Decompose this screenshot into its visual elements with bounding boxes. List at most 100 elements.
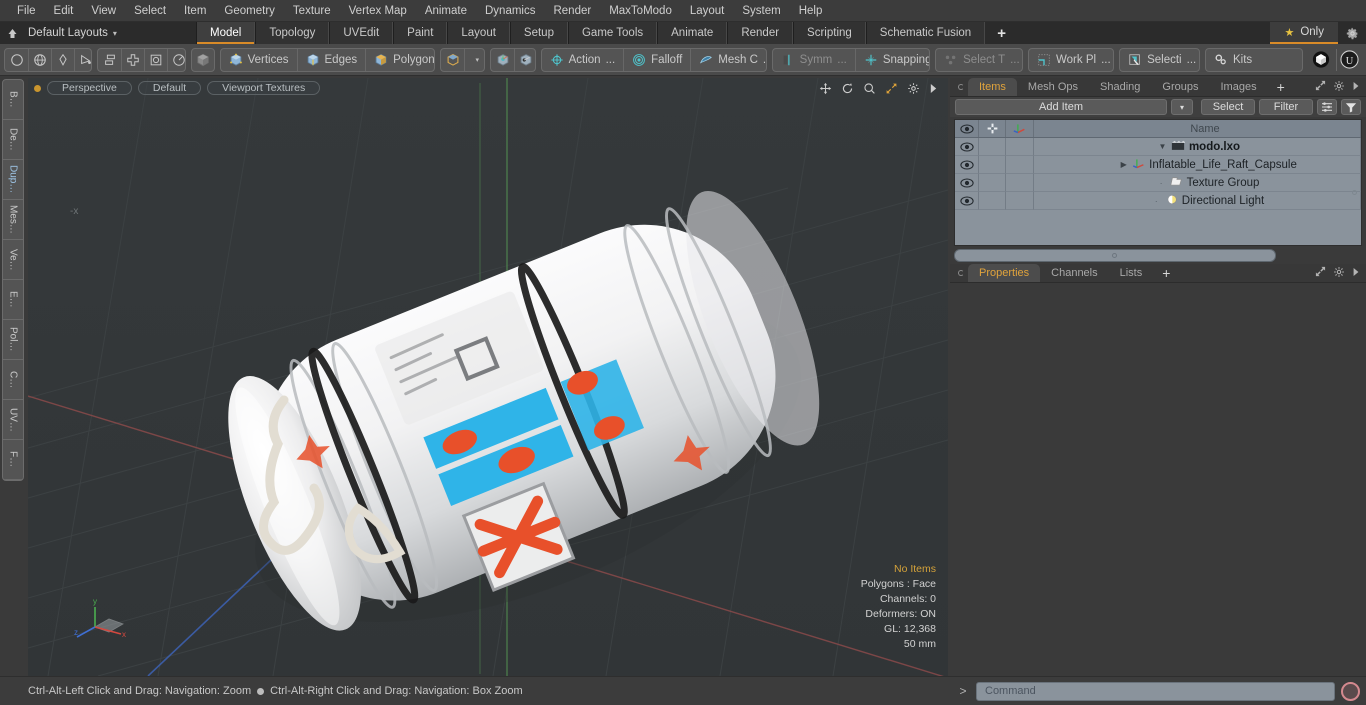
- falloff-button[interactable]: Falloff: [623, 48, 690, 71]
- menu-item-render[interactable]: Render: [544, 1, 600, 21]
- kits-button[interactable]: Kits: [1206, 49, 1302, 71]
- select-through-button[interactable]: Select T ...: [936, 49, 1022, 71]
- panel-settings-gear-icon[interactable]: [1333, 80, 1345, 95]
- tab-items[interactable]: Items: [968, 78, 1017, 96]
- menu-item-select[interactable]: Select: [125, 1, 175, 21]
- expand-panel-icon[interactable]: [1315, 80, 1326, 94]
- fit-icon[interactable]: [885, 82, 898, 95]
- left-tab-fusion[interactable]: F…: [3, 440, 23, 480]
- action-center-button[interactable]: Action ...: [542, 49, 624, 71]
- column-visibility-icon[interactable]: [955, 120, 979, 137]
- left-tab-edge[interactable]: E…: [3, 280, 23, 320]
- row-transform-cell[interactable]: [1006, 174, 1034, 192]
- menu-item-edit[interactable]: Edit: [45, 1, 83, 21]
- row-lock-cell[interactable]: [979, 138, 1006, 156]
- left-tab-uv[interactable]: UV…: [3, 400, 23, 440]
- tab-uvedit[interactable]: UVEdit: [329, 22, 394, 44]
- command-input[interactable]: Command: [976, 681, 1335, 701]
- viewport-3d[interactable]: Perspective Default Viewport Textures -x…: [28, 78, 948, 676]
- rotate-icon[interactable]: [841, 82, 854, 95]
- panel-more-icon[interactable]: [1352, 81, 1360, 94]
- item-list-horizontal-scrollbar[interactable]: [954, 249, 1276, 262]
- viewport-style-selector[interactable]: Default: [137, 81, 202, 95]
- mesh-constraint-button[interactable]: Mesh C ...: [690, 48, 766, 71]
- left-tab-duplicate[interactable]: Dup…: [3, 160, 23, 200]
- filter-button[interactable]: Filter: [1259, 99, 1313, 115]
- items-mode-icon[interactable]: [441, 49, 464, 71]
- radial-icon[interactable]: [167, 48, 185, 71]
- viewport-menu-icon[interactable]: [929, 83, 938, 94]
- item-list-vertical-scrollbar[interactable]: [1351, 140, 1360, 244]
- item-mode-button[interactable]: [190, 47, 215, 72]
- menu-item-maxtomodo[interactable]: MaxToModo: [600, 1, 681, 21]
- only-toggle-button[interactable]: ★ Only: [1270, 22, 1338, 44]
- menu-item-layout[interactable]: Layout: [681, 1, 734, 21]
- viewport-settings-icon[interactable]: [907, 82, 920, 95]
- tab-lists[interactable]: Lists: [1109, 264, 1154, 282]
- modo-bridge-icon[interactable]: [1309, 49, 1333, 71]
- left-tab-mesh-edit[interactable]: Mes…: [3, 200, 23, 240]
- edges-mode-button[interactable]: Edges: [296, 48, 366, 71]
- expander-icon[interactable]: ▶: [1119, 160, 1128, 169]
- row-lock-cell[interactable]: [979, 156, 1006, 174]
- snapping-button[interactable]: Snapping: [854, 48, 929, 71]
- add-item-button[interactable]: Add Item: [955, 99, 1167, 115]
- pan-icon[interactable]: [819, 82, 832, 95]
- row-transform-cell[interactable]: [1006, 192, 1034, 210]
- table-row[interactable]: · Texture Group: [955, 174, 1361, 192]
- tab-paint[interactable]: Paint: [393, 22, 448, 44]
- align-icon[interactable]: [98, 49, 121, 71]
- left-tab-deform[interactable]: De…: [3, 120, 23, 160]
- tab-shading[interactable]: Shading: [1089, 78, 1151, 96]
- zoom-icon[interactable]: [863, 82, 876, 95]
- center-icon[interactable]: [121, 48, 144, 71]
- menu-item-system[interactable]: System: [733, 1, 789, 21]
- gear-icon[interactable]: [1338, 22, 1366, 44]
- panel-menu-icon[interactable]: [954, 78, 968, 96]
- tab-game-tools[interactable]: Game Tools: [567, 22, 658, 44]
- vertices-mode-button[interactable]: Vertices: [221, 49, 297, 71]
- left-tab-vertex[interactable]: Ve…: [3, 240, 23, 280]
- row-lock-cell[interactable]: [979, 192, 1006, 210]
- items-mode-dropdown[interactable]: ▾: [464, 48, 484, 71]
- tab-topology[interactable]: Topology: [255, 22, 330, 44]
- menu-item-animate[interactable]: Animate: [416, 1, 476, 21]
- pen-tool-icon[interactable]: [51, 48, 74, 71]
- center-pivot-icon[interactable]: [491, 49, 514, 71]
- properties-settings-gear-icon[interactable]: [1333, 266, 1345, 281]
- left-tab-basic[interactable]: B…: [3, 80, 23, 120]
- unreal-engine-icon[interactable]: U: [1336, 48, 1362, 71]
- row-lock-cell[interactable]: [979, 174, 1006, 192]
- selection-sets-button[interactable]: Selecti ...: [1120, 49, 1199, 71]
- tab-model[interactable]: Model: [196, 22, 256, 44]
- polygons-mode-button[interactable]: Polygons: [365, 48, 434, 71]
- tab-animate[interactable]: Animate: [657, 22, 728, 44]
- tab-render[interactable]: Render: [727, 22, 794, 44]
- column-lock-icon[interactable]: [979, 120, 1006, 137]
- select-button[interactable]: Select: [1201, 99, 1255, 115]
- row-name-cell[interactable]: · Directional Light: [1034, 192, 1361, 210]
- tab-channels[interactable]: Channels: [1040, 264, 1108, 282]
- list-options-icon[interactable]: [1317, 99, 1337, 115]
- row-transform-cell[interactable]: [1006, 156, 1034, 174]
- add-panel-tab-button[interactable]: +: [1268, 78, 1294, 96]
- filter-funnel-icon[interactable]: [1341, 99, 1361, 115]
- viewport-view-selector[interactable]: Perspective: [47, 81, 132, 95]
- menu-item-item[interactable]: Item: [175, 1, 215, 21]
- home-icon[interactable]: [0, 22, 24, 44]
- record-icon[interactable]: [1341, 681, 1360, 701]
- tab-schematic-fusion[interactable]: Schematic Fusion: [865, 22, 986, 44]
- table-row[interactable]: · Directional Light: [955, 192, 1361, 210]
- menu-item-help[interactable]: Help: [790, 1, 832, 21]
- frame-icon[interactable]: [144, 48, 167, 71]
- row-visibility-toggle[interactable]: [955, 192, 979, 210]
- circle-primitive-icon[interactable]: [5, 49, 28, 71]
- tab-mesh-ops[interactable]: Mesh Ops: [1017, 78, 1089, 96]
- tab-images[interactable]: Images: [1210, 78, 1268, 96]
- left-tab-curve[interactable]: C…: [3, 360, 23, 400]
- curve-tool-icon[interactable]: [74, 48, 91, 71]
- sphere-primitive-icon[interactable]: [28, 48, 51, 71]
- symmetry-button[interactable]: Symm ...: [773, 49, 855, 71]
- left-tab-polygon[interactable]: Pol…: [3, 320, 23, 360]
- element-pivot-icon[interactable]: [514, 48, 534, 71]
